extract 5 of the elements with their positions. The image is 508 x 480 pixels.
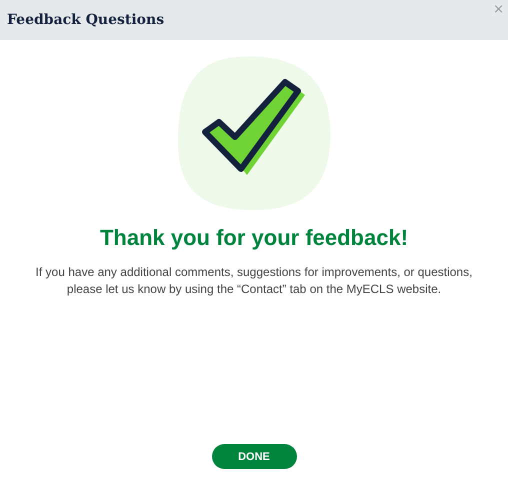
message-text: If you have any additional comments, suggestions for improvements, or questions, please let us know by using the “Contact” tab on the MyECLS website.: [36, 264, 472, 298]
confirmation-heading: Thank you for your feedback!: [100, 225, 408, 251]
checkmark-icon: [176, 55, 332, 211]
done-button[interactable]: DONE: [212, 444, 296, 469]
window-title: Feedback Questions: [7, 12, 164, 28]
